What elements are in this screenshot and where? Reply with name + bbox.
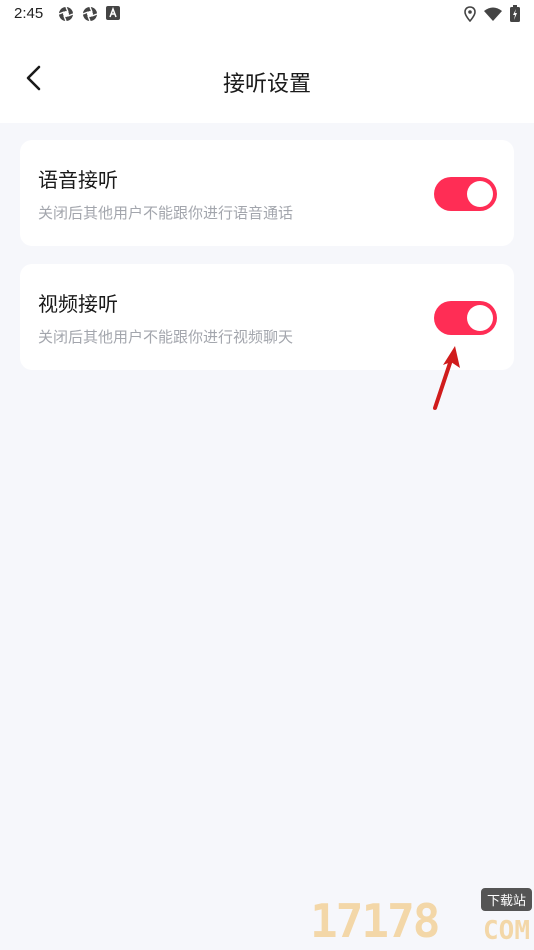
- video-answer-toggle[interactable]: [434, 301, 497, 335]
- watermark-site-label: 下载站: [480, 888, 532, 911]
- status-bar: 2:45: [0, 0, 534, 30]
- system-icons: [464, 5, 520, 22]
- voice-answer-label: 语音接听: [38, 168, 118, 192]
- wifi-icon: [484, 7, 502, 21]
- video-answer-description: 关闭后其他用户不能跟你进行视频聊天: [38, 328, 294, 346]
- aperture-icon: [82, 6, 98, 22]
- notification-icons: [58, 6, 120, 22]
- annotation-arrow-icon: [433, 346, 460, 410]
- voice-answer-card: 语音接听 关闭后其他用户不能跟你进行语音通话: [20, 140, 514, 246]
- voice-answer-toggle[interactable]: [434, 177, 497, 211]
- aperture-icon: [58, 6, 74, 22]
- toggle-knob: [467, 305, 493, 331]
- battery-icon: [510, 5, 520, 22]
- watermark-logo: 17178 下载站 COM: [310, 888, 534, 950]
- page-title: 接听设置: [222, 72, 311, 97]
- voice-answer-description: 关闭后其他用户不能跟你进行语音通话: [38, 204, 294, 222]
- toggle-knob: [467, 181, 493, 207]
- app-header: 接听设置: [0, 30, 534, 123]
- app-a-icon: [106, 6, 120, 20]
- watermark-domain: COM: [483, 916, 530, 946]
- video-answer-label: 视频接听: [38, 292, 118, 316]
- status-time: 2:45: [14, 5, 44, 22]
- location-icon: [464, 5, 476, 22]
- watermark-digits: 17178: [310, 894, 440, 948]
